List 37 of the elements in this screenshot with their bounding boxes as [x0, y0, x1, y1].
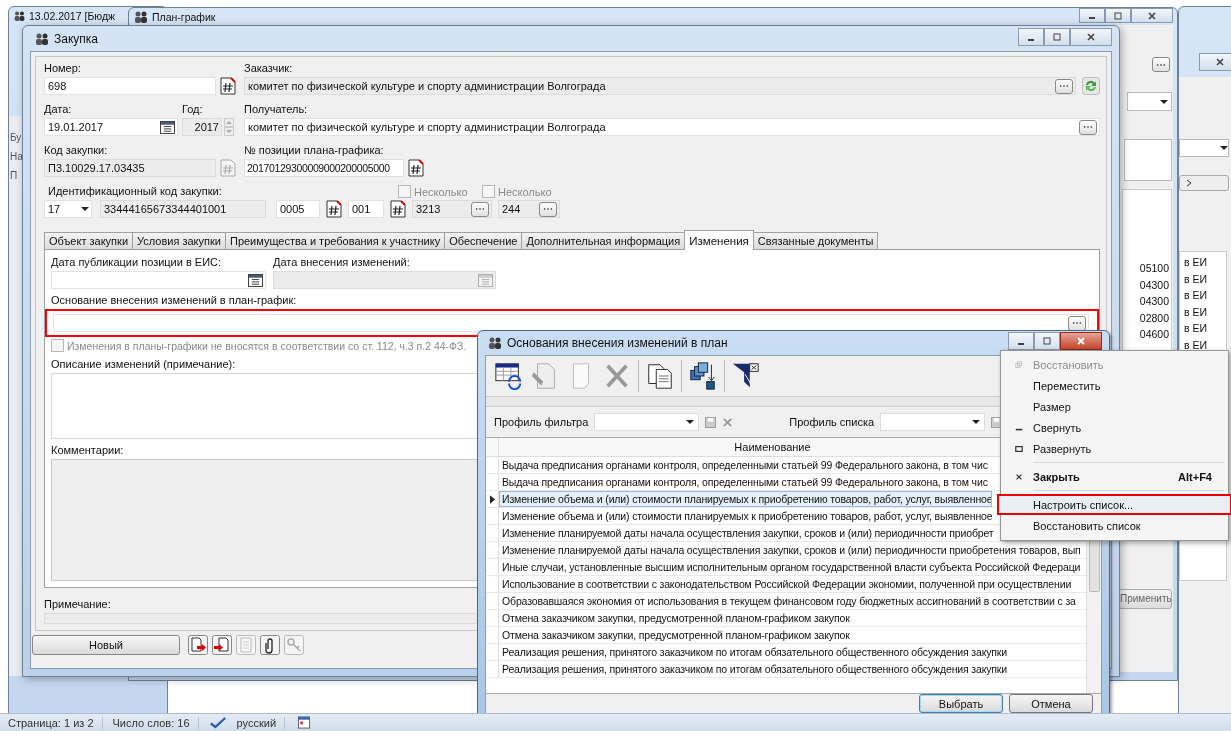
field-label: Примечание:: [44, 598, 111, 611]
table-cell-text: 04300: [1139, 295, 1170, 309]
field-label: Заказчик:: [244, 62, 293, 75]
field-label: Дата внесения изменений:: [273, 256, 410, 269]
panel-label: На: [10, 151, 23, 162]
table-cell-text: 04600: [1139, 328, 1170, 342]
field-label: Идентификационный код закупки:: [47, 185, 223, 198]
table-cell-text: в ЕИ: [1183, 289, 1208, 303]
table-cell-text: 02800: [1139, 311, 1170, 326]
status-text: Страница: 1 из 2: [8, 716, 103, 729]
status-text: Число слов: 16: [112, 716, 199, 729]
field-label: Год:: [182, 103, 203, 116]
field-label: Профиль фильтра: [494, 416, 589, 428]
dialog-title: Основания внесения изменений в план: [507, 336, 728, 350]
window-title: План-график: [152, 10, 216, 23]
table-cell-text: в ЕИ: [1183, 322, 1208, 336]
status-text: русский: [236, 716, 286, 729]
field-label: Основание внесения изменений в план-график:: [51, 294, 297, 307]
panel-label: П: [10, 170, 18, 181]
field-label: Комментарии:: [51, 444, 124, 457]
table-cell-text: в ЕИ: [1183, 338, 1208, 353]
panel-label: Бу: [10, 132, 22, 143]
table-cell-text: в ЕИ: [1183, 305, 1208, 320]
field-label: Описание изменений (примечание):: [51, 358, 236, 371]
field-label: Дата:: [44, 103, 72, 116]
table-cell-text: в ЕИ: [1183, 272, 1208, 287]
field-label: № позиции плана-графика:: [244, 144, 384, 157]
field-label: Дата публикации позиции в ЕИС:: [51, 256, 222, 269]
table-cell-text: 05100: [1139, 262, 1170, 276]
table-cell-text: в ЕИ: [1183, 256, 1208, 270]
field-label: Код закупки:: [44, 144, 108, 157]
field-label: Номер:: [44, 62, 81, 75]
field-label: Профиль списка: [789, 416, 875, 428]
table-cell-text: 04300: [1139, 278, 1170, 293]
field-label: Получатель:: [244, 103, 308, 116]
window-title: 13.02.2017 [Бюдж: [29, 9, 116, 22]
window-title: Закупка: [54, 31, 98, 46]
